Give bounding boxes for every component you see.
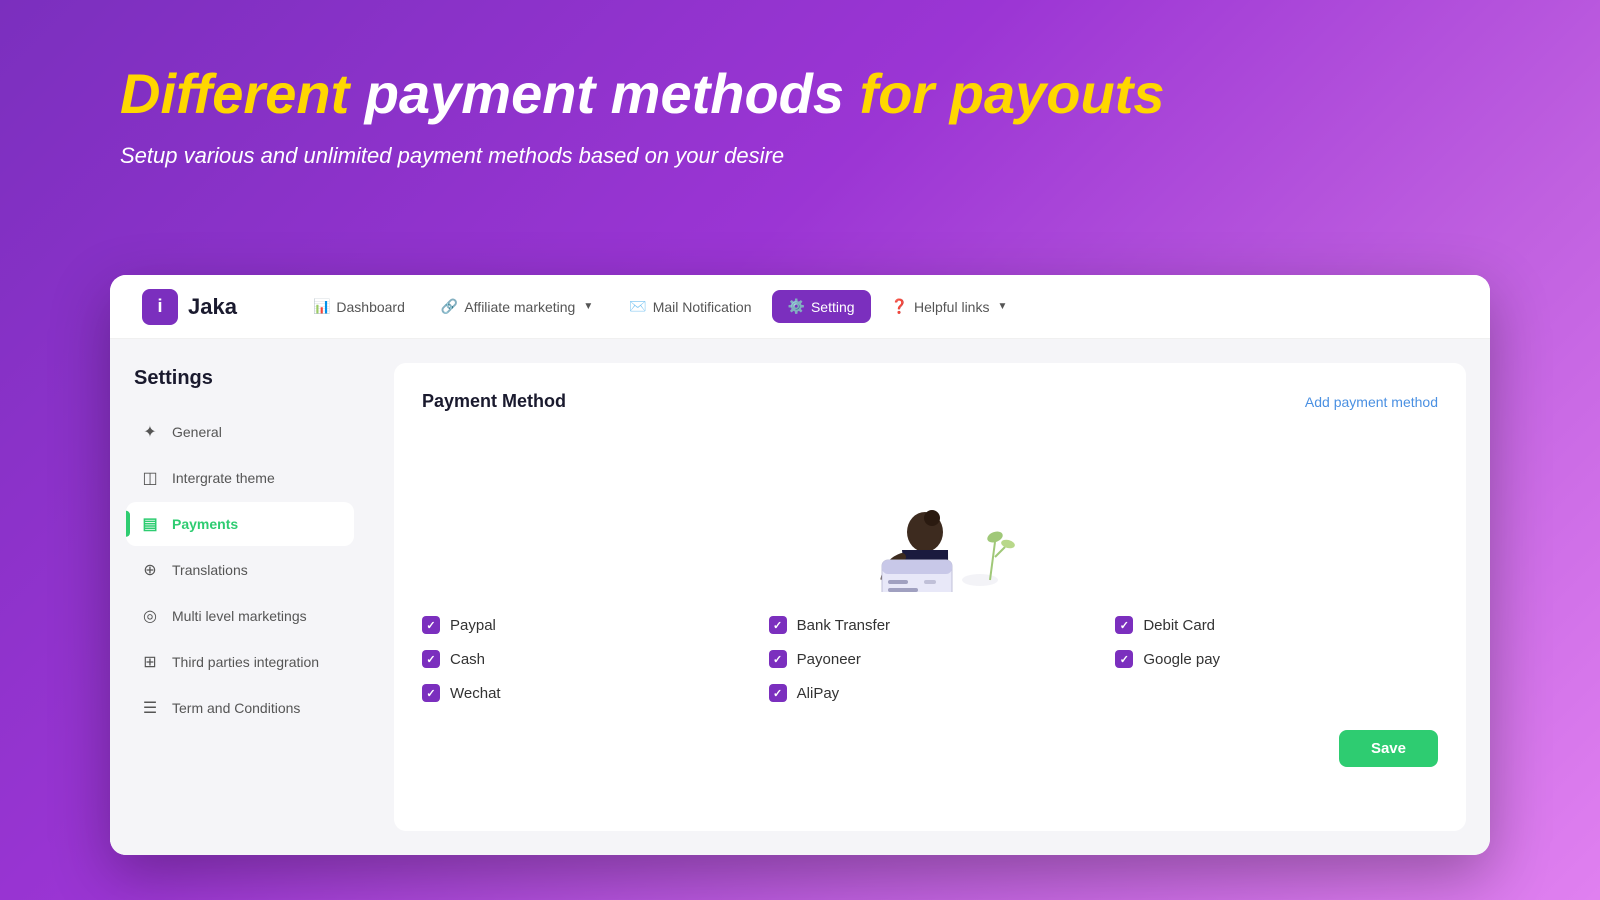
payment-label-debit-card: Debit Card [1143, 617, 1215, 634]
illustration-area [422, 432, 1438, 592]
sidebar-item-payments-label: Payments [172, 516, 238, 532]
chevron-down-icon-2: ▼ [997, 301, 1007, 312]
hero-section: Different payment methods for payouts Se… [0, 0, 1600, 209]
checkmark-bank-transfer: ✓ [773, 619, 782, 632]
app-window: i Jaka 📊 Dashboard 🔗 Affiliate marketing… [110, 275, 1490, 855]
integrate-icon: ◫ [140, 468, 160, 488]
panel-card: Payment Method Add payment method [394, 363, 1466, 831]
hero-title-payouts: for payouts [860, 62, 1165, 125]
nav-item-mail-label: Mail Notification [653, 299, 752, 315]
content-area: Settings ✦ General ◫ Intergrate theme ▤ … [110, 339, 1490, 855]
hero-subtitle: Setup various and unlimited payment meth… [120, 143, 1480, 169]
sidebar-item-translations-label: Translations [172, 562, 248, 578]
save-row: Save [422, 730, 1438, 767]
checkbox-bank-transfer[interactable]: ✓ [769, 616, 787, 634]
nav-items: 📊 Dashboard 🔗 Affiliate marketing ▼ ✉️ M… [297, 290, 1458, 323]
settings-title: Settings [126, 367, 354, 390]
logo-icon: i [142, 289, 178, 325]
save-button[interactable]: Save [1339, 730, 1438, 767]
nav-item-helpful[interactable]: ❓ Helpful links ▼ [875, 290, 1024, 323]
payment-grid: ✓ Paypal ✓ Bank Transfer ✓ [422, 616, 1438, 702]
payment-item-debit-card: ✓ Debit Card [1115, 616, 1438, 634]
logo-text: Jaka [188, 294, 237, 320]
sidebar-menu: ✦ General ◫ Intergrate theme ▤ Payments … [126, 410, 354, 730]
sidebar-item-terms[interactable]: ☰ Term and Conditions [126, 686, 354, 730]
nav-item-affiliate[interactable]: 🔗 Affiliate marketing ▼ [425, 290, 609, 323]
nav-item-setting[interactable]: ⚙️ Setting [772, 290, 871, 323]
payment-item-bank-transfer: ✓ Bank Transfer [769, 616, 1092, 634]
sidebar-item-payments[interactable]: ▤ Payments [126, 502, 354, 546]
checkmark-wechat: ✓ [426, 687, 435, 700]
checkbox-wechat[interactable]: ✓ [422, 684, 440, 702]
sidebar-item-general[interactable]: ✦ General [126, 410, 354, 454]
payment-item-wechat: ✓ Wechat [422, 684, 745, 702]
checkbox-debit-card[interactable]: ✓ [1115, 616, 1133, 634]
checkbox-paypal[interactable]: ✓ [422, 616, 440, 634]
payment-label-wechat: Wechat [450, 685, 501, 702]
general-icon: ✦ [140, 422, 160, 442]
checkmark-google-pay: ✓ [1120, 653, 1129, 666]
sidebar-item-third-parties[interactable]: ⊞ Third parties integration [126, 640, 354, 684]
checkmark-paypal: ✓ [426, 619, 435, 632]
checkmark-alipay: ✓ [773, 687, 782, 700]
checkmark-cash: ✓ [426, 653, 435, 666]
checkbox-cash[interactable]: ✓ [422, 650, 440, 668]
hero-title: Different payment methods for payouts [120, 60, 1480, 127]
payment-label-alipay: AliPay [797, 685, 840, 702]
payment-item-google-pay: ✓ Google pay [1115, 650, 1438, 668]
nav-item-dashboard-label: Dashboard [336, 299, 405, 315]
sidebar-item-third-parties-label: Third parties integration [172, 654, 319, 670]
payment-illustration [820, 432, 1040, 592]
multi-level-icon: ◎ [140, 606, 160, 626]
checkmark-payoneer: ✓ [773, 653, 782, 666]
sidebar-item-translations[interactable]: ⊕ Translations [126, 548, 354, 592]
payment-label-cash: Cash [450, 651, 485, 668]
nav-item-dashboard[interactable]: 📊 Dashboard [297, 290, 421, 323]
add-payment-link[interactable]: Add payment method [1305, 394, 1438, 410]
panel-header: Payment Method Add payment method [422, 391, 1438, 412]
logo: i Jaka [142, 289, 237, 325]
checkmark-debit-card: ✓ [1120, 619, 1129, 632]
setting-icon: ⚙️ [788, 298, 805, 315]
sidebar-item-multi-level-label: Multi level marketings [172, 608, 307, 624]
payment-label-google-pay: Google pay [1143, 651, 1220, 668]
sidebar: Settings ✦ General ◫ Intergrate theme ▤ … [110, 339, 370, 855]
main-panel: Payment Method Add payment method [370, 339, 1490, 855]
payments-icon: ▤ [140, 514, 160, 534]
sidebar-item-general-label: General [172, 424, 222, 440]
payment-item-alipay: ✓ AliPay [769, 684, 1092, 702]
panel-title: Payment Method [422, 391, 566, 412]
hero-title-different: Different [120, 62, 349, 125]
payment-label-payoneer: Payoneer [797, 651, 861, 668]
third-parties-icon: ⊞ [140, 652, 160, 672]
payment-item-payoneer: ✓ Payoneer [769, 650, 1092, 668]
nav-item-setting-label: Setting [811, 299, 855, 315]
nav-bar: i Jaka 📊 Dashboard 🔗 Affiliate marketing… [110, 275, 1490, 339]
dashboard-icon: 📊 [313, 298, 330, 315]
checkbox-google-pay[interactable]: ✓ [1115, 650, 1133, 668]
helpful-icon: ❓ [891, 298, 908, 315]
translations-icon: ⊕ [140, 560, 160, 580]
payment-label-paypal: Paypal [450, 617, 496, 634]
mail-icon: ✉️ [629, 298, 646, 315]
sidebar-item-terms-label: Term and Conditions [172, 700, 300, 716]
payment-label-bank-transfer: Bank Transfer [797, 617, 890, 634]
checkbox-payoneer[interactable]: ✓ [769, 650, 787, 668]
affiliate-icon: 🔗 [441, 298, 458, 315]
chevron-down-icon: ▼ [583, 301, 593, 312]
nav-item-mail[interactable]: ✉️ Mail Notification [613, 290, 767, 323]
sidebar-item-multi-level[interactable]: ◎ Multi level marketings [126, 594, 354, 638]
terms-icon: ☰ [140, 698, 160, 718]
checkbox-alipay[interactable]: ✓ [769, 684, 787, 702]
payment-item-cash: ✓ Cash [422, 650, 745, 668]
hero-title-payment: payment methods [365, 62, 860, 125]
payment-item-paypal: ✓ Paypal [422, 616, 745, 634]
nav-item-helpful-label: Helpful links [914, 299, 989, 315]
sidebar-item-integrate-label: Intergrate theme [172, 470, 275, 486]
nav-item-affiliate-label: Affiliate marketing [464, 299, 575, 315]
sidebar-item-integrate-theme[interactable]: ◫ Intergrate theme [126, 456, 354, 500]
